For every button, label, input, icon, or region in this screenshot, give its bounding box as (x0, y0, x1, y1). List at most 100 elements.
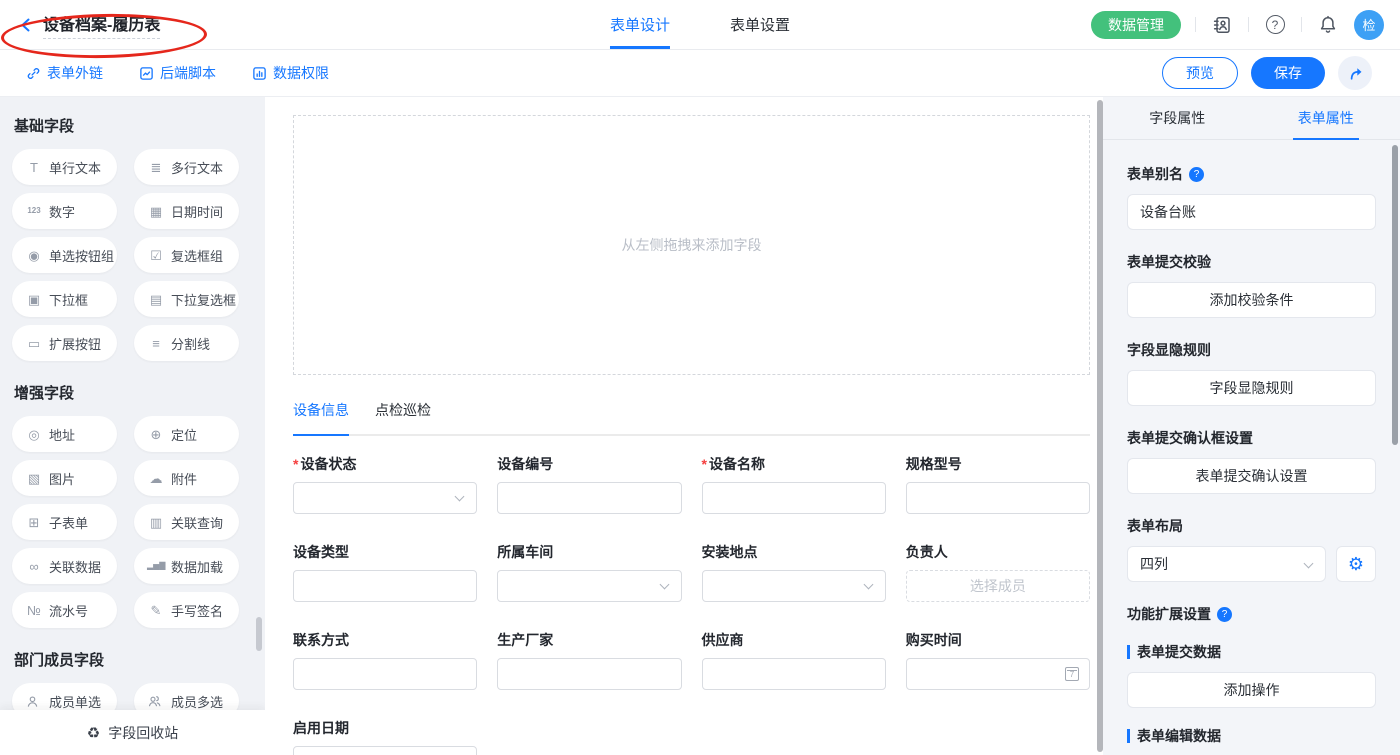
form-field-owner[interactable]: 负责人 选择成员 (906, 542, 1090, 602)
attachment-icon: ☁ (147, 472, 165, 485)
form-alias-input[interactable]: 设备台账 (1127, 194, 1376, 230)
form-field-contact[interactable]: 联系方式 (293, 630, 477, 690)
field-item-signature[interactable]: ✎手写签名 (134, 592, 239, 628)
field-dropzone[interactable]: 从左侧拖拽来添加字段 (293, 115, 1090, 375)
recycle-icon: ♻ (87, 724, 100, 742)
submit-data-add-action-button[interactable]: 添加操作 (1127, 672, 1376, 708)
field-item-image[interactable]: ▧图片 (12, 460, 117, 496)
field-item-linked-data[interactable]: ∞关联数据 (12, 548, 117, 584)
form-field-manufacturer[interactable]: 生产厂家 (497, 630, 681, 690)
owner-member-picker[interactable]: 选择成员 (906, 570, 1090, 602)
help-icon[interactable]: ? (1263, 13, 1287, 37)
linked-data-icon: ∞ (25, 560, 43, 573)
header-left: 设备档案-履历表 (0, 11, 250, 39)
manufacturer-input[interactable] (497, 658, 681, 690)
chevron-down-icon (863, 580, 873, 590)
chevron-down-icon (1304, 559, 1314, 569)
field-item-single-line-text[interactable]: T单行文本 (12, 149, 117, 185)
field-item-select[interactable]: ▣下拉框 (12, 281, 117, 317)
field-item-datetime[interactable]: ▦日期时间 (134, 193, 239, 229)
field-visibility-button[interactable]: 字段显隐规则 (1127, 370, 1376, 406)
field-item-multi-line-text[interactable]: ≣多行文本 (134, 149, 239, 185)
form-external-link-button[interactable]: 表单外链 (26, 63, 103, 83)
field-item-linked-query[interactable]: ▥关联查询 (134, 504, 239, 540)
form-field-enable-date[interactable]: 启用日期 (293, 718, 477, 755)
tab-form-properties[interactable]: 表单属性 (1252, 97, 1400, 139)
toolbar-links: 表单外链 后端脚本 数据权限 (0, 63, 329, 83)
add-validation-button[interactable]: 添加校验条件 (1127, 282, 1376, 318)
panel-scrollbar[interactable] (1392, 145, 1398, 445)
layout-settings-button[interactable]: ⚙ (1336, 546, 1376, 582)
field-item-address[interactable]: ◎地址 (12, 416, 117, 452)
form-field-spec-model[interactable]: 规格型号 (906, 454, 1090, 514)
form-field-device-name[interactable]: *设备名称 (702, 454, 886, 514)
main-area: 基础字段 T单行文本 ≣多行文本 123数字 ▦日期时间 ◉单选按钮组 ☑复选框… (0, 97, 1400, 755)
back-button[interactable] (18, 17, 34, 33)
single-line-text-icon: T (25, 161, 43, 174)
data-permission-button[interactable]: 数据权限 (252, 63, 329, 83)
tab-field-properties[interactable]: 字段属性 (1103, 97, 1252, 139)
data-permission-icon (252, 66, 267, 81)
help-icon[interactable]: ? (1217, 607, 1232, 622)
enable-date-input[interactable] (293, 746, 477, 755)
user-avatar[interactable]: 检 (1354, 10, 1384, 40)
bell-icon[interactable] (1316, 13, 1340, 37)
field-item-radio-group[interactable]: ◉单选按钮组 (12, 237, 117, 273)
field-item-sub-form[interactable]: ⊞子表单 (12, 504, 117, 540)
gear-icon: ⚙ (1348, 554, 1364, 575)
supplier-input[interactable] (702, 658, 886, 690)
field-item-serial-number[interactable]: №流水号 (12, 592, 117, 628)
field-recycle-bin[interactable]: ♻ 字段回收站 (0, 710, 265, 755)
preview-button[interactable]: 预览 (1162, 57, 1238, 89)
section-title-member-fields: 部门成员字段 (0, 649, 265, 670)
field-item-checkbox-group[interactable]: ☑复选框组 (134, 237, 239, 273)
save-button[interactable]: 保存 (1251, 57, 1325, 89)
extension-settings-label: 功能扩展设置 ? (1127, 604, 1376, 624)
form-field-supplier[interactable]: 供应商 (702, 630, 886, 690)
field-item-number[interactable]: 123数字 (12, 193, 117, 229)
purchase-time-datepicker[interactable]: 7 (906, 658, 1090, 690)
share-button[interactable] (1338, 56, 1372, 90)
tab-form-design[interactable]: 表单设计 (610, 0, 670, 49)
workshop-select[interactable] (497, 570, 681, 602)
spec-model-input[interactable] (906, 482, 1090, 514)
form-field-install-location[interactable]: 安装地点 (702, 542, 886, 602)
data-manage-button[interactable]: 数据管理 (1091, 11, 1181, 39)
form-field-device-type[interactable]: 设备类型 (293, 542, 477, 602)
toolbar-actions: 预览 保存 (1162, 56, 1400, 90)
address-icon: ◎ (25, 428, 43, 441)
install-location-select[interactable] (702, 570, 886, 602)
member-single-icon (25, 694, 43, 709)
form-field-workshop[interactable]: 所属车间 (497, 542, 681, 602)
field-item-divider[interactable]: ≡分割线 (134, 325, 239, 361)
device-status-select[interactable] (293, 482, 477, 514)
device-code-input[interactable] (497, 482, 681, 514)
device-type-input[interactable] (293, 570, 477, 602)
form-toolbar: 表单外链 后端脚本 数据权限 预览 保存 (0, 50, 1400, 97)
tab-device-info[interactable]: 设备信息 (293, 400, 349, 434)
sidebar-scrollbar[interactable] (256, 617, 262, 651)
form-layout-select[interactable]: 四列 (1127, 546, 1326, 582)
linked-query-icon: ▥ (147, 516, 165, 529)
device-name-input[interactable] (702, 482, 886, 514)
tab-inspection[interactable]: 点检巡检 (375, 400, 431, 434)
field-item-extend-button[interactable]: ▭扩展按钮 (12, 325, 117, 361)
contact-input[interactable] (293, 658, 477, 690)
contact-book-icon[interactable] (1210, 13, 1234, 37)
form-alias-label: 表单别名 ? (1127, 164, 1376, 184)
backend-script-button[interactable]: 后端脚本 (139, 63, 216, 83)
chevron-left-icon (18, 17, 34, 33)
form-fields-grid: *设备状态 设备编号 *设备名称 规格型号 设备类型 所属车间 (293, 454, 1090, 755)
form-field-purchase-time[interactable]: 购买时间 7 (906, 630, 1090, 690)
field-item-data-load[interactable]: ▂▅▇数据加载 (134, 548, 239, 584)
field-item-multi-select[interactable]: ▤下拉复选框 (134, 281, 239, 317)
form-field-device-code[interactable]: 设备编号 (497, 454, 681, 514)
field-item-attachment[interactable]: ☁附件 (134, 460, 239, 496)
tab-form-settings[interactable]: 表单设置 (730, 0, 790, 49)
dropzone-hint: 从左侧拖拽来添加字段 (622, 235, 762, 255)
help-icon[interactable]: ? (1189, 167, 1204, 182)
form-field-device-status[interactable]: *设备状态 (293, 454, 477, 514)
field-item-location[interactable]: ⊕定位 (134, 416, 239, 452)
location-icon: ⊕ (147, 428, 165, 441)
submit-confirm-button[interactable]: 表单提交确认设置 (1127, 458, 1376, 494)
